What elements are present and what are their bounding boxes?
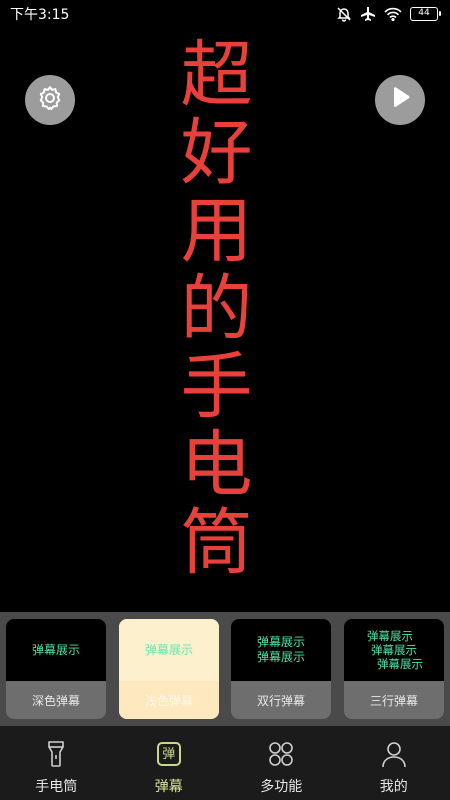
gear-icon <box>35 83 65 117</box>
nav-item-danmaku[interactable]: 弹 弹幕 <box>113 726 226 800</box>
bullet-comment-glyph: 弹 <box>156 742 181 766</box>
style-card-double[interactable]: 弹幕展示 弹幕展示 双行弹幕 <box>231 619 331 719</box>
nav-label: 手电筒 <box>35 779 78 795</box>
wifi-icon <box>384 7 402 21</box>
flashlight-icon <box>42 740 70 768</box>
style-label: 三行弹幕 <box>344 681 444 719</box>
style-preview: 弹幕展示 <box>6 619 106 681</box>
person-icon <box>380 740 408 768</box>
bullet-comment-icon: 弹 <box>155 740 183 768</box>
style-label: 双行弹幕 <box>231 681 331 719</box>
style-card-dark[interactable]: 弹幕展示 深色弹幕 <box>6 619 106 719</box>
danmaku-text: 超好用的手电筒 <box>168 36 252 582</box>
style-card-light[interactable]: 弹幕展示 浅色弹幕 <box>119 619 219 719</box>
style-card-triple[interactable]: 弹幕展示 弹幕展示 弹幕展示 三行弹幕 <box>344 619 444 719</box>
preview-line: 弹幕展示 <box>31 642 80 657</box>
style-label: 浅色弹幕 <box>119 681 219 719</box>
nav-label: 我的 <box>379 779 408 795</box>
preview-line: 弹幕展示 <box>144 642 193 657</box>
nav-item-multifunction[interactable]: 多功能 <box>225 726 338 800</box>
style-preview: 弹幕展示 弹幕展示 <box>231 619 331 681</box>
preview-line: 弹幕展示 <box>371 643 417 657</box>
style-preview: 弹幕展示 弹幕展示 弹幕展示 <box>344 619 444 681</box>
style-preview: 弹幕展示 <box>119 619 219 681</box>
grid-icon <box>267 740 295 768</box>
preview-line: 弹幕展示 <box>256 650 305 664</box>
preview-line: 弹幕展示 <box>256 635 305 649</box>
mute-icon <box>336 6 352 22</box>
preview-line: 弹幕展示 <box>377 657 423 671</box>
style-selector-panel: 弹幕展示 深色弹幕 弹幕展示 浅色弹幕 弹幕展示 弹幕展示 双行弹幕 弹幕展示 … <box>0 612 450 726</box>
nav-label: 多功能 <box>260 779 303 795</box>
airplane-icon <box>360 6 376 22</box>
status-time: 下午3:15 <box>10 7 70 23</box>
status-icons: 44 <box>336 6 441 22</box>
nav-label: 弹幕 <box>154 779 183 795</box>
style-label: 深色弹幕 <box>6 681 106 719</box>
preview-line: 弹幕展示 <box>367 629 413 643</box>
nav-item-profile[interactable]: 我的 <box>338 726 450 800</box>
battery-indicator: 44 <box>410 7 441 21</box>
settings-button[interactable] <box>25 75 75 125</box>
bottom-nav: 手电筒 弹 弹幕 多功能 我的 <box>0 726 450 800</box>
danmaku-display: 超好用的手电筒 <box>160 18 260 600</box>
play-button[interactable] <box>375 75 425 125</box>
nav-item-flashlight[interactable]: 手电筒 <box>0 726 113 800</box>
play-icon <box>388 85 412 115</box>
